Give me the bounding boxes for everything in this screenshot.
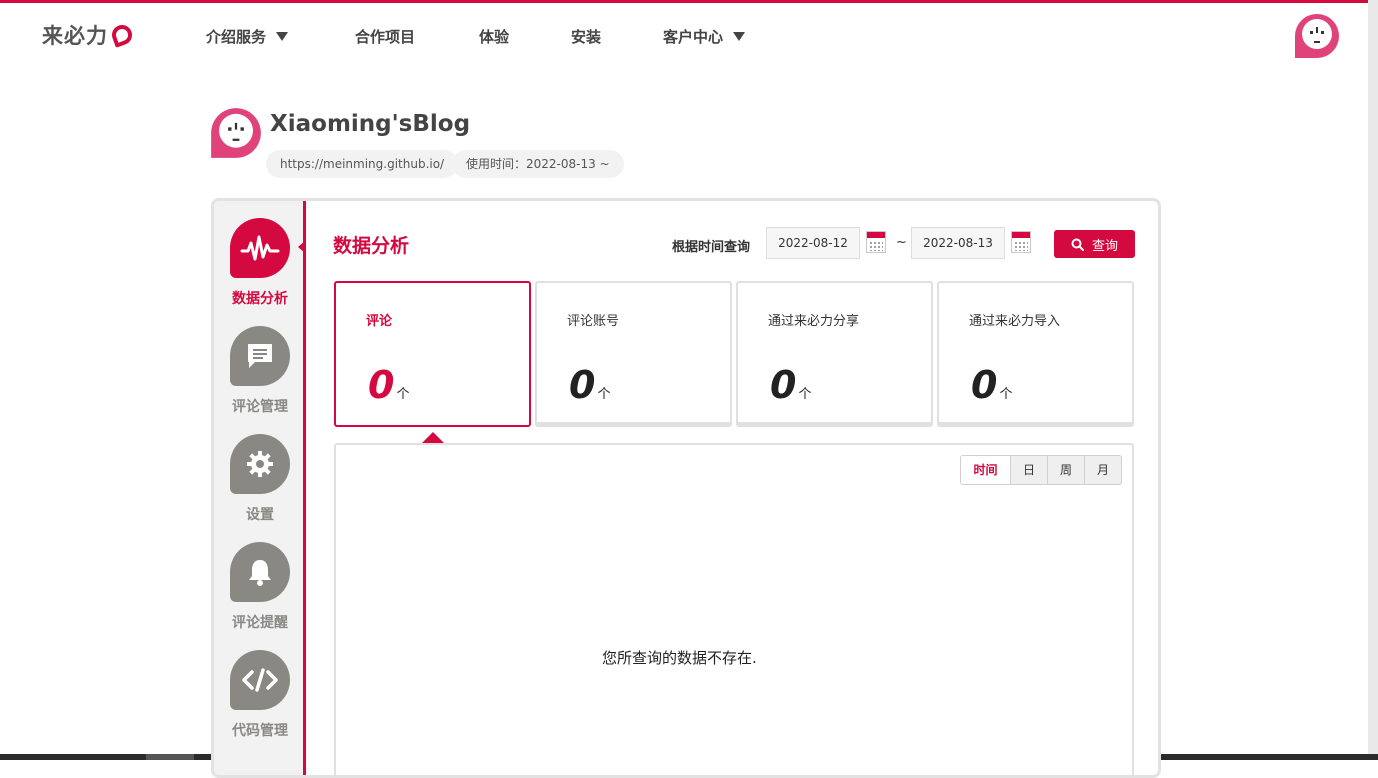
scrollbar-thumb[interactable] <box>146 754 194 760</box>
stat-card-shares[interactable]: 通过来必力分享 0个 <box>736 281 933 427</box>
tab-time[interactable]: 时间 <box>961 456 1010 484</box>
vertical-scrollbar[interactable] <box>1368 0 1378 760</box>
usage-since-badge: 使用时间：2022-08-13 ~ <box>452 150 624 178</box>
calendar-icon[interactable] <box>866 231 886 253</box>
chart-area: 时间 日 周 月 您所查询的数据不存在. <box>334 443 1134 778</box>
stat-label: 通过来必力分享 <box>768 310 859 329</box>
admin-panel: 数据分析 评论管理 设置 评论提醒 代码管理 数 <box>211 198 1161 778</box>
search-icon <box>1071 238 1084 251</box>
nav-item-label: 合作项目 <box>355 26 415 47</box>
nav-item-services[interactable]: 介绍服务 <box>206 26 288 47</box>
gear-icon <box>230 434 290 494</box>
nav-item-partners[interactable]: 合作项目 <box>355 26 415 47</box>
stat-value: 0个 <box>971 363 1012 407</box>
nav-item-label: 安装 <box>571 26 601 47</box>
section-title: 数据分析 <box>333 231 409 258</box>
sidebar-item-comments[interactable]: 评论管理 <box>214 326 306 416</box>
sidebar-item-label: 数据分析 <box>214 288 306 308</box>
sidebar: 数据分析 评论管理 设置 评论提醒 代码管理 <box>214 201 306 775</box>
calendar-icon[interactable] <box>1011 231 1031 253</box>
blog-title: Xiaoming'sBlog <box>270 111 470 137</box>
date-separator: ~ <box>896 235 907 250</box>
brand-logo[interactable]: 来必力 <box>42 20 132 50</box>
stat-value: 0个 <box>368 363 409 407</box>
empty-data-message: 您所查询的数据不存在. <box>602 647 757 668</box>
sidebar-item-label: 评论管理 <box>214 396 306 416</box>
sidebar-item-code[interactable]: 代码管理 <box>214 650 306 740</box>
pulse-icon <box>230 218 290 278</box>
nav-item-support[interactable]: 客户中心 <box>663 26 745 47</box>
sidebar-item-label: 评论提醒 <box>214 612 306 632</box>
stat-label: 评论账号 <box>567 310 619 329</box>
nav-item-label: 体验 <box>479 26 509 47</box>
start-date-input[interactable]: 2022-08-12 <box>766 227 860 259</box>
brand-name: 来必力 <box>42 20 108 50</box>
nav-item-demo[interactable]: 体验 <box>479 26 509 47</box>
stat-value: 0个 <box>569 363 610 407</box>
nav-item-label: 介绍服务 <box>206 26 266 47</box>
stat-card-accounts[interactable]: 评论账号 0个 <box>535 281 732 427</box>
sidebar-item-analytics[interactable]: 数据分析 <box>214 218 306 308</box>
end-date-input[interactable]: 2022-08-13 <box>911 227 1005 259</box>
stat-card-comments[interactable]: 评论 0个 <box>334 281 531 427</box>
sidebar-item-label: 设置 <box>214 504 306 524</box>
stat-label: 评论 <box>366 310 392 329</box>
sidebar-item-settings[interactable]: 设置 <box>214 434 306 524</box>
tab-week[interactable]: 周 <box>1047 456 1084 484</box>
speech-bubble-icon <box>109 22 135 48</box>
search-button[interactable]: 查询 <box>1054 230 1135 258</box>
active-pointer <box>298 241 305 253</box>
avatar-face-icon <box>210 107 262 159</box>
stat-card-imports[interactable]: 通过来必力导入 0个 <box>937 281 1134 427</box>
user-avatar[interactable] <box>1294 13 1340 63</box>
bell-icon <box>230 542 290 602</box>
period-tabs: 时间 日 周 月 <box>960 455 1122 485</box>
nav-item-label: 客户中心 <box>663 26 723 47</box>
stat-label: 通过来必力导入 <box>969 310 1060 329</box>
blog-avatar <box>210 107 262 163</box>
comment-icon <box>230 326 290 386</box>
active-card-pointer <box>422 432 444 443</box>
sidebar-item-label: 代码管理 <box>214 720 306 740</box>
caret-down-icon <box>733 32 745 41</box>
caret-down-icon <box>276 32 288 41</box>
search-button-label: 查询 <box>1092 235 1118 254</box>
code-icon <box>230 650 290 710</box>
avatar-face-icon <box>1294 13 1340 59</box>
sidebar-item-notifications[interactable]: 评论提醒 <box>214 542 306 632</box>
top-accent-line <box>0 0 1368 3</box>
stat-value: 0个 <box>770 363 811 407</box>
date-query-label: 根据时间查询 <box>672 236 750 255</box>
tab-day[interactable]: 日 <box>1010 456 1047 484</box>
blog-url-badge[interactable]: https://meinming.github.io/ <box>266 150 458 178</box>
nav-item-install[interactable]: 安装 <box>571 26 601 47</box>
tab-month[interactable]: 月 <box>1084 456 1121 484</box>
